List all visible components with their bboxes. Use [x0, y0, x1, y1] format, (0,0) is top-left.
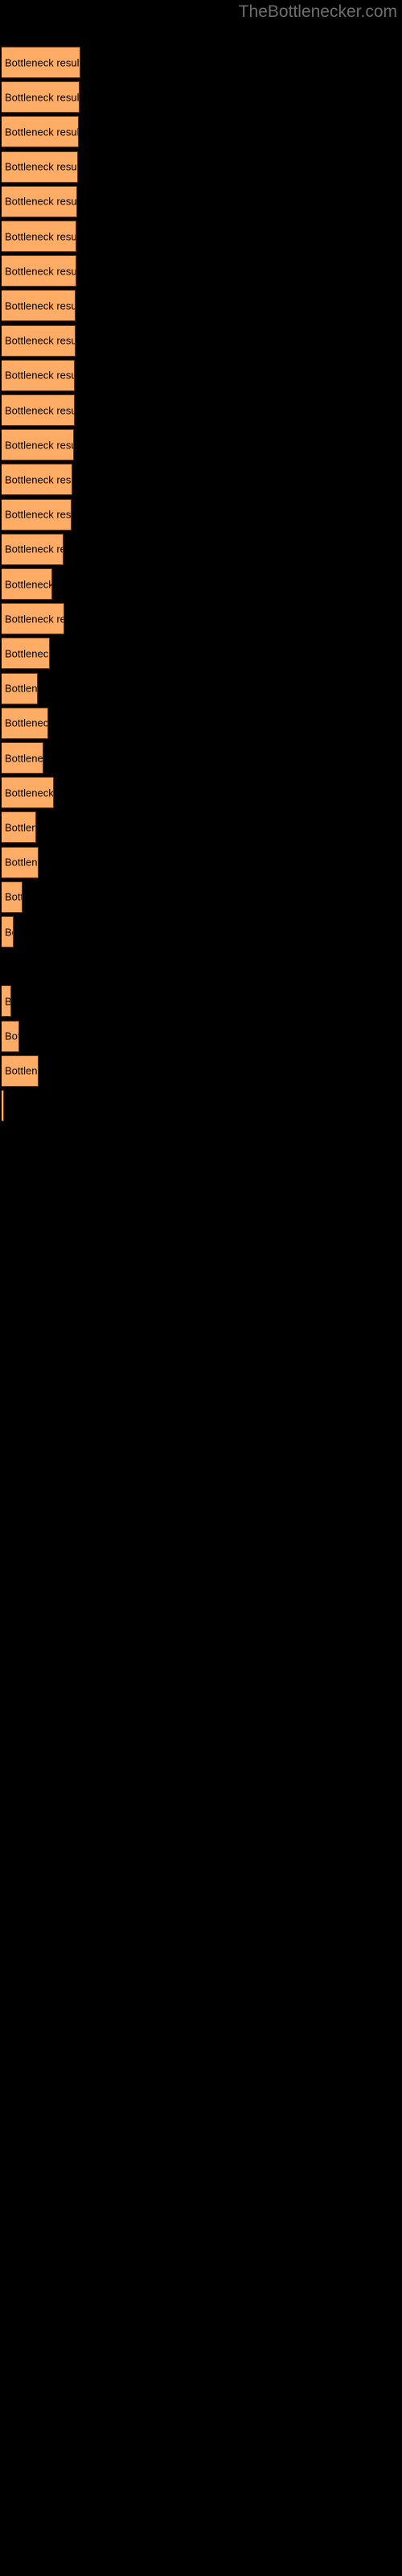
bar-row: Bottleneck result [0, 985, 402, 1018]
bar-label: Bottleneck result [5, 369, 75, 382]
bar-row: Bottleneck result [0, 1195, 402, 1228]
bar: Bottleneck result [2, 429, 74, 461]
bar: Bottleneck result [2, 151, 78, 183]
bar: Bottleneck result [2, 81, 80, 114]
bar-row: Bottleneck result [0, 394, 402, 427]
bar: Bottleneck result [2, 464, 72, 496]
bar-label: Bottleneck result [5, 856, 38, 869]
bar-label: Bottleneck result [5, 126, 79, 138]
bar-row: Bottleneck result [0, 1055, 402, 1088]
bar-label: Bottleneck result [5, 195, 77, 208]
bar-label: Bottleneck result [5, 404, 75, 416]
bar: Bottleneck result [2, 638, 50, 670]
bar: Bottleneck result [2, 916, 14, 947]
bar-label: Bottleneck result [5, 543, 63, 555]
bar-label: Bottleneck result [5, 1064, 38, 1077]
bar: Bottleneck result [2, 846, 39, 878]
bar-row: Bottleneck result [0, 742, 402, 775]
bar-label: Bottleneck result [5, 682, 38, 695]
bar-row: Bottleneck result [0, 707, 402, 741]
bar: Bottleneck result [2, 707, 48, 739]
bar: Bottleneck result [2, 324, 76, 357]
bar-label: Bottleneck result [5, 56, 80, 68]
page-title: TheBottlenecker.com [238, 2, 397, 21]
bar-row: Bottleneck result [0, 324, 402, 358]
bar-row: Bottleneck result [0, 881, 402, 914]
bar-label: Bottleneck result [5, 160, 78, 173]
bar: Bottleneck result [2, 603, 64, 635]
bar-row: Bottleneck result [0, 777, 402, 810]
bar: Bottleneck result [2, 47, 80, 78]
bar: Bottleneck result [2, 290, 76, 322]
bar-label: Bottleneck result [5, 91, 80, 104]
bar-row: Bottleneck result [0, 846, 402, 880]
bar: Bottleneck result [2, 255, 76, 287]
bar-label: Bottleneck result [5, 647, 50, 660]
bar-row: Bottleneck result [0, 1125, 402, 1158]
bar-label: Bottleneck result [5, 439, 73, 452]
bar-row: Bottleneck result [0, 1090, 402, 1123]
bar-label: Bottleneck result [5, 473, 72, 486]
bar: Bottleneck result [2, 221, 76, 252]
bar-row: Bottleneck result [0, 151, 402, 184]
bar: Bottleneck result [2, 359, 75, 391]
bar: Bottleneck result [2, 742, 43, 774]
bar: Bottleneck result [2, 672, 38, 704]
bar-label: Bottleneck result [5, 334, 76, 347]
bar: Bottleneck result [2, 881, 23, 913]
bar-label: Bottleneck result [5, 786, 54, 799]
bar-label: Bottleneck result [5, 230, 76, 242]
bar-label: Bottleneck result [5, 926, 13, 938]
bar-label: Bottleneck result [5, 508, 72, 521]
bar-row: Bottleneck result [0, 47, 402, 80]
bar-label: Bottleneck result [5, 752, 43, 764]
bar-row: Bottleneck result [0, 672, 402, 706]
bar-label: Bottleneck result [5, 578, 52, 590]
bar: Bottleneck result [2, 811, 36, 844]
bar: Bottleneck result [2, 1020, 19, 1052]
bar-row: Bottleneck result [0, 951, 402, 984]
bar-row: Bottleneck result [0, 290, 402, 323]
bar-row: Bottleneck result [0, 359, 402, 393]
bar-row: Bottleneck result [0, 429, 402, 462]
bar-label: Bottleneck result [5, 265, 76, 278]
bar-row: Bottleneck result [0, 568, 402, 601]
bar-row: Bottleneck result [0, 533, 402, 567]
bar-row: Bottleneck result [0, 811, 402, 844]
bar: Bottleneck result [2, 498, 72, 530]
bar: Bottleneck result [2, 185, 77, 217]
bar: Bottleneck result [2, 1055, 39, 1087]
bar-row: Bottleneck result [0, 916, 402, 949]
bar-label: Bottleneck result [5, 613, 64, 625]
bar-row: Bottleneck result [0, 221, 402, 254]
bottleneck-bar-chart: TheBottlenecker.com Bottleneck result Bot… [0, 0, 402, 2576]
bar-row: Bottleneck result [0, 464, 402, 497]
bar-row: Bottleneck result [0, 498, 402, 532]
bar: Bottleneck result [2, 533, 64, 565]
bar-row: Bottleneck result [0, 116, 402, 149]
bar-row: Bottleneck result [0, 81, 402, 114]
bar-label: Bottleneck result [5, 299, 76, 312]
bar-row: Bottleneck result [0, 1020, 402, 1054]
bar: Bottleneck result [2, 1090, 4, 1121]
bar-row: Bottleneck result [0, 255, 402, 288]
bar-label: Bottleneck result [5, 1030, 18, 1042]
bar-row: Bottleneck result [0, 185, 402, 219]
bar: Bottleneck result [2, 394, 75, 426]
bar: Bottleneck result [2, 116, 79, 148]
bar: Bottleneck result [2, 777, 54, 809]
bar: Bottleneck result [2, 568, 52, 600]
bar-label: Bottleneck result [5, 890, 22, 903]
bar-label: Bottleneck result [5, 821, 35, 834]
bar-row: Bottleneck result [0, 603, 402, 636]
bar-row: Bottleneck result [0, 1159, 402, 1192]
bar-label: Bottleneck result [5, 995, 11, 1008]
bar-row: Bottleneck result [0, 638, 402, 671]
bar: Bottleneck result [2, 985, 11, 1018]
bar-label: Bottleneck result [5, 716, 48, 729]
